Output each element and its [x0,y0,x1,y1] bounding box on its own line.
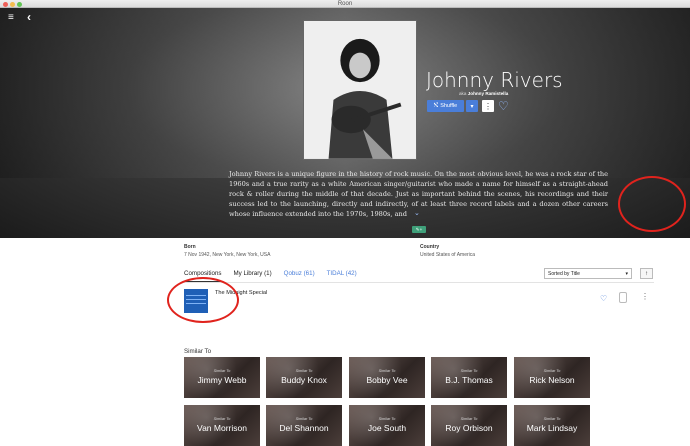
tab-divider [184,282,654,283]
similar-artist-card[interactable]: Similar To B.J. Thomas [431,357,507,398]
close-window-icon[interactable] [3,1,8,7]
sort-label: Sorted by Title [548,270,580,277]
similar-artist-card[interactable]: Similar To Del Shannon [266,405,342,446]
card-prefix: Similar To [378,417,396,421]
country-value: United States of America [420,252,476,258]
card-artist-name: Roy Orbison [445,423,493,433]
tab-qobuz[interactable]: Qobuz (61) [284,270,315,282]
sort-dropdown[interactable]: Sorted by Title ▾ [544,268,632,279]
tab-my-library[interactable]: My Library (1) [234,270,272,282]
lock-icon[interactable] [619,292,627,303]
born-label: Born [184,244,196,250]
more-vertical-icon[interactable]: ⋮ [641,292,649,301]
similar-artist-card[interactable]: Similar To Mark Lindsay [514,405,590,446]
born-value: 7 Nov 1942, New York, New York, USA [184,252,271,258]
card-prefix: Similar To [543,369,561,373]
card-prefix: Similar To [295,369,313,373]
card-artist-name: Buddy Knox [281,375,327,385]
more-options-button[interactable]: ⋮ [482,100,494,112]
similar-artist-card[interactable]: Similar To Bobby Vee [349,357,425,398]
artist-aka: aka Johnny Ramistella [459,91,508,96]
window-title: Roon [337,1,353,7]
card-prefix: Similar To [460,417,478,421]
chevron-down-icon: ▾ [470,103,474,110]
annotation-circle [167,277,239,323]
card-artist-name: Bobby Vee [366,375,408,385]
born-info: Born 7 Nov 1942, New York, New York, USA [184,244,270,258]
country-info: Country United States of America [420,244,475,258]
zoom-window-icon[interactable] [17,1,22,7]
tab-tidal[interactable]: TIDAL (42) [327,270,357,282]
card-artist-name: B.J. Thomas [445,375,493,385]
more-vertical-icon: ⋮ [484,101,492,111]
artist-photo [303,20,417,160]
card-artist-name: Mark Lindsay [526,423,578,433]
annotation-circle [618,176,686,232]
edit-tags-button[interactable]: ✎+ [412,226,426,233]
play-options-button[interactable]: ▾ [466,100,478,112]
card-artist-name: Van Morrison [197,423,247,433]
minimize-window-icon[interactable] [10,1,15,7]
artist-photo-image [304,21,416,159]
card-prefix: Similar To [213,417,231,421]
card-artist-name: Rick Nelson [529,375,575,385]
similar-artist-card[interactable]: Similar To Buddy Knox [266,357,342,398]
aka-name: Johnny Ramistella [467,91,509,96]
shuffle-icon: ⤭ [433,102,439,109]
shuffle-button[interactable]: ⤭ Shuffle [427,100,464,112]
card-artist-name: Jimmy Webb [197,375,247,385]
shuffle-label: Shuffle [440,103,458,109]
back-icon[interactable]: ‹ [27,11,31,23]
artist-name: Johnny Rivers [426,68,563,92]
sort-direction-icon[interactable]: ↑ [640,268,653,279]
aka-prefix: aka [459,91,467,96]
window-controls[interactable] [3,1,22,7]
card-prefix: Similar To [543,417,561,421]
card-prefix: Similar To [460,369,478,373]
favorite-artist-heart-icon[interactable]: ♡ [498,99,509,113]
menu-icon[interactable]: ≡ [8,13,14,23]
heart-icon[interactable]: ♡ [600,294,607,303]
chevron-down-icon: ▾ [625,270,628,277]
card-artist-name: Joe South [367,423,407,433]
similar-artist-card[interactable]: Similar To Jimmy Webb [184,357,260,398]
country-label: Country [420,244,440,250]
similar-artist-card[interactable]: Similar To Van Morrison [184,405,260,446]
expand-bio-chevron-icon[interactable]: ⌄ [414,209,420,217]
similar-artist-card[interactable]: Similar To Joe South [349,405,425,446]
card-prefix: Similar To [213,369,231,373]
card-artist-name: Del Shannon [279,423,329,433]
artist-hero: ≡ ‹ Johnny Rivers aka Johnny Ramistella … [0,8,690,238]
similar-to-heading: Similar To [184,348,212,355]
similar-artist-card[interactable]: Similar To Roy Orbison [431,405,507,446]
card-prefix: Similar To [295,417,313,421]
window-titlebar: Roon [0,0,690,8]
similar-artist-card[interactable]: Similar To Rick Nelson [514,357,590,398]
card-prefix: Similar To [378,369,396,373]
